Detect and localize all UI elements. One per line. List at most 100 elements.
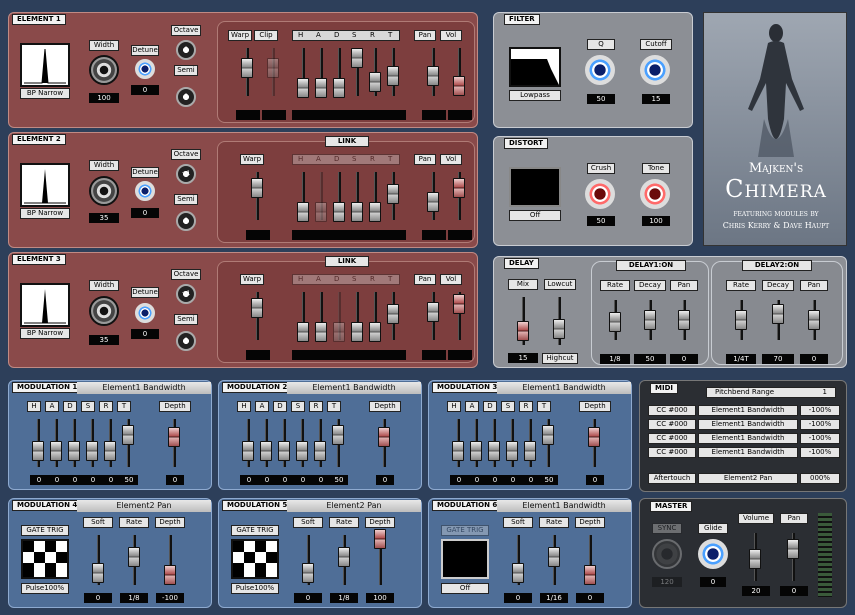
element1-octave-knob[interactable]: 0 bbox=[176, 40, 196, 60]
mod3-slider[interactable] bbox=[488, 441, 500, 461]
mod2-slider[interactable] bbox=[296, 441, 308, 461]
delay1-toggle[interactable]: DELAY1:ON bbox=[616, 260, 686, 271]
mod2-slider[interactable] bbox=[278, 441, 290, 461]
distort-tag[interactable]: DISTORT bbox=[504, 138, 549, 149]
mod3-slider[interactable] bbox=[452, 441, 464, 461]
distort-crush-knob[interactable] bbox=[585, 179, 615, 209]
element2-detune-knob[interactable] bbox=[135, 181, 155, 201]
mod6-depth-slider[interactable] bbox=[584, 565, 596, 585]
master-sync-button[interactable]: SYNC bbox=[652, 523, 682, 534]
element3-semi-knob[interactable]: 0 bbox=[176, 331, 196, 351]
mod1-slider[interactable] bbox=[50, 441, 62, 461]
delay1-pan-slider[interactable] bbox=[678, 310, 690, 330]
e2-slider[interactable] bbox=[453, 178, 465, 198]
element3-octave-knob[interactable]: +1 bbox=[176, 284, 196, 304]
mod3-target[interactable]: Element1 Bandwidth bbox=[497, 382, 631, 394]
e3-slider[interactable] bbox=[427, 302, 439, 322]
midi-cc-target[interactable]: Element1 Bandwidth bbox=[698, 433, 798, 444]
e1-slider[interactable] bbox=[241, 58, 253, 78]
mod5-lfo-display[interactable] bbox=[231, 539, 279, 579]
e2-slider[interactable] bbox=[369, 202, 381, 222]
filter-tag[interactable]: FILTER bbox=[504, 14, 540, 25]
element1-detune-knob[interactable] bbox=[135, 59, 155, 79]
e3-slider[interactable] bbox=[387, 304, 399, 324]
aftertouch-value[interactable]: 000% bbox=[800, 473, 840, 484]
midi-cc-target[interactable]: Element1 Bandwidth bbox=[698, 419, 798, 430]
element3-shape-display[interactable] bbox=[20, 283, 70, 327]
mod6-gate-trig[interactable]: GATE TRIG bbox=[441, 525, 489, 536]
master-glide-knob[interactable] bbox=[698, 539, 728, 569]
midi-cc-target[interactable]: Element1 Bandwidth bbox=[698, 447, 798, 458]
delay-lowcut-slider[interactable] bbox=[553, 319, 565, 339]
element2-octave-knob[interactable]: +1 bbox=[176, 164, 196, 184]
mod6-lfo-display[interactable] bbox=[441, 539, 489, 579]
e1-slider[interactable] bbox=[453, 76, 465, 96]
delay2-rate-slider[interactable] bbox=[735, 310, 747, 330]
element3-detune-knob[interactable] bbox=[135, 303, 155, 323]
e3-slider[interactable] bbox=[453, 294, 465, 314]
e2-slider[interactable] bbox=[333, 202, 345, 222]
e2-slider[interactable] bbox=[297, 202, 309, 222]
mod3-slider[interactable] bbox=[470, 441, 482, 461]
master-sync-knob[interactable] bbox=[652, 539, 682, 569]
distort-display[interactable] bbox=[509, 167, 561, 207]
mod4-rate-slider[interactable] bbox=[128, 547, 140, 567]
mod3-slider[interactable] bbox=[542, 425, 554, 445]
filter-cutoff-knob[interactable] bbox=[640, 55, 670, 85]
midi-tag[interactable]: MIDI bbox=[650, 383, 678, 394]
e2-slider[interactable] bbox=[427, 192, 439, 212]
midi-cc-amount[interactable]: -100% bbox=[800, 419, 840, 430]
mod1-slider[interactable] bbox=[168, 427, 180, 447]
e2-slider[interactable] bbox=[251, 178, 263, 198]
element2-tag[interactable]: ELEMENT 2 bbox=[12, 134, 66, 145]
mod3-slider[interactable] bbox=[506, 441, 518, 461]
midi-cc-amount[interactable]: -100% bbox=[800, 433, 840, 444]
e1-slider[interactable] bbox=[333, 78, 345, 98]
e3-slider[interactable] bbox=[297, 322, 309, 342]
e1-slider[interactable] bbox=[297, 78, 309, 98]
element3-tag[interactable]: ELEMENT 3 bbox=[12, 254, 66, 265]
midi-cc-number[interactable]: CC #000 bbox=[648, 405, 696, 416]
delay1-rate-slider[interactable] bbox=[609, 312, 621, 332]
element1-semi-knob[interactable]: 0 bbox=[176, 87, 196, 107]
mod4-target[interactable]: Element2 Pan bbox=[77, 500, 211, 512]
mod1-tag[interactable]: MODULATION 1 bbox=[12, 382, 83, 393]
delay-mix-slider[interactable] bbox=[517, 321, 529, 341]
mod1-target[interactable]: Element1 Bandwidth bbox=[77, 382, 211, 394]
mod2-slider[interactable] bbox=[242, 441, 254, 461]
mod1-slider[interactable] bbox=[104, 441, 116, 461]
mod6-rate-slider[interactable] bbox=[548, 547, 560, 567]
delay1-decay-slider[interactable] bbox=[644, 310, 656, 330]
e3-slider[interactable] bbox=[315, 322, 327, 342]
delay2-decay-slider[interactable] bbox=[772, 304, 784, 324]
e2-slider[interactable] bbox=[315, 202, 327, 222]
e1-slider[interactable] bbox=[315, 78, 327, 98]
mod5-rate-slider[interactable] bbox=[338, 547, 350, 567]
filter-shape-display[interactable] bbox=[509, 47, 561, 87]
mod4-tag[interactable]: MODULATION 4 bbox=[12, 500, 83, 511]
mod5-gate-trig[interactable]: GATE TRIG bbox=[231, 525, 279, 536]
midi-cc-number[interactable]: CC #000 bbox=[648, 447, 696, 458]
e2-slider[interactable] bbox=[387, 184, 399, 204]
mod6-tag[interactable]: MODULATION 6 bbox=[432, 500, 503, 511]
mod6-target[interactable]: Element1 Bandwidth bbox=[497, 500, 631, 512]
aftertouch-target[interactable]: Element2 Pan bbox=[698, 473, 798, 484]
delay-tag[interactable]: DELAY bbox=[504, 258, 539, 269]
mod4-depth-slider[interactable] bbox=[164, 565, 176, 585]
distort-tone-knob[interactable] bbox=[640, 179, 670, 209]
mod2-tag[interactable]: MODULATION 2 bbox=[222, 382, 293, 393]
mod1-slider[interactable] bbox=[68, 441, 80, 461]
mod1-slider[interactable] bbox=[32, 441, 44, 461]
e3-slider[interactable] bbox=[351, 322, 363, 342]
element2-semi-knob[interactable]: 0 bbox=[176, 211, 196, 231]
mod6-soft-slider[interactable] bbox=[512, 563, 524, 583]
e3-slider[interactable] bbox=[333, 322, 345, 342]
mod2-slider[interactable] bbox=[260, 441, 272, 461]
master-volume-slider[interactable] bbox=[749, 549, 761, 569]
element1-tag[interactable]: ELEMENT 1 bbox=[12, 14, 66, 25]
midi-cc-number[interactable]: CC #000 bbox=[648, 433, 696, 444]
e3-slider[interactable] bbox=[251, 298, 263, 318]
mod1-slider[interactable] bbox=[122, 425, 134, 445]
element1-shape-display[interactable] bbox=[20, 43, 70, 87]
midi-cc-amount[interactable]: -100% bbox=[800, 447, 840, 458]
